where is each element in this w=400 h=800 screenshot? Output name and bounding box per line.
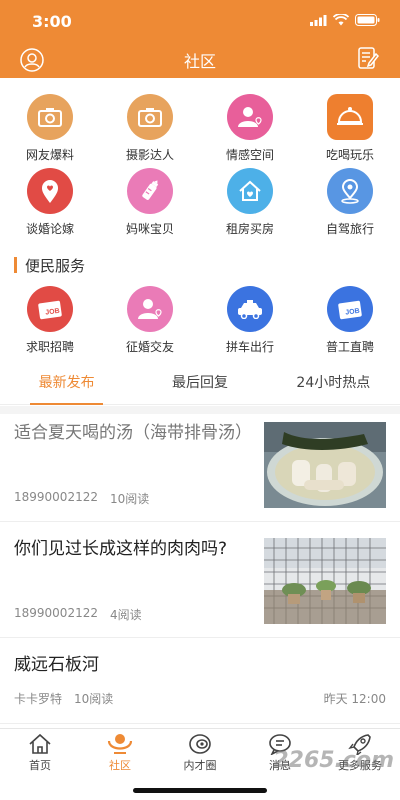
person-heart-icon: [127, 286, 173, 332]
tab-last-reply[interactable]: 最后回复: [133, 365, 266, 404]
community-icon: [107, 734, 133, 754]
category-label: 妈咪宝贝: [125, 222, 174, 236]
location-pin-icon: [327, 168, 373, 214]
category-label: 自驾旅行: [325, 222, 374, 236]
section-title-text: 便民服务: [25, 256, 86, 275]
service-label: 求职招聘: [25, 340, 74, 354]
job-card-icon: JOB: [27, 286, 73, 332]
tabbar-label: 内才圈: [183, 759, 217, 772]
services-row: JOB 求职招聘 征婚交友 拼车出行 JOB 普工直聘: [0, 286, 400, 355]
tabbar-label: 首页: [29, 759, 51, 772]
camera-icon: [27, 94, 73, 140]
tab-latest[interactable]: 最新发布: [0, 365, 133, 405]
category-label: 网友爆料: [25, 148, 74, 162]
service-item[interactable]: JOB 普工直聘: [300, 286, 400, 355]
page-title: 社区: [183, 52, 216, 71]
tabbar-label: 社区: [109, 759, 131, 772]
category-item[interactable]: 自驾旅行: [300, 168, 400, 237]
watermark: 2265.com: [273, 748, 394, 773]
food-cloche-icon: [327, 94, 373, 140]
category-row-1: 网友爆料 摄影达人 情感空间 吃喝玩乐: [0, 94, 400, 163]
post-meta: 卡卡罗特 10阅读: [14, 690, 113, 707]
category-label: 情感空间: [225, 148, 274, 162]
section-accent-bar: [14, 257, 17, 273]
tabbar-item-home[interactable]: 首页: [0, 729, 80, 800]
post-reads: 10阅读: [109, 492, 150, 506]
category-row-2: 谈婚论嫁 妈咪宝贝 租房买房 自驾旅行: [0, 168, 400, 237]
edit-note-icon[interactable]: [356, 46, 380, 70]
post-title[interactable]: 威远石板河: [14, 654, 314, 677]
post-item[interactable]: 威远石板河 卡卡罗特 10阅读 昨天 12:00: [0, 646, 400, 724]
service-item[interactable]: JOB 求职招聘: [0, 286, 100, 355]
soup-photo: [264, 422, 386, 508]
job-card-icon: JOB: [327, 286, 373, 332]
section-gap: [0, 406, 400, 414]
service-item[interactable]: 拼车出行: [200, 286, 300, 355]
status-icons: [310, 14, 380, 26]
post-author: 卡卡罗特: [14, 692, 63, 706]
service-label: 普工直聘: [325, 340, 374, 354]
person-heart-icon: [227, 94, 273, 140]
post-author: 18990002122: [14, 490, 98, 504]
home-icon: [29, 733, 51, 754]
category-item[interactable]: 情感空间: [200, 94, 300, 163]
battery-icon: [355, 14, 380, 26]
post-time: 昨天 12:00: [323, 692, 386, 706]
post-item[interactable]: 你们见过长成这样的肉肉吗? 18990002122 4阅读: [0, 530, 400, 638]
category-item[interactable]: 网友爆料: [0, 94, 100, 163]
post-item[interactable]: 适合夏天喝的汤（海带排骨汤） 18990002122 10阅读: [0, 414, 400, 522]
post-reads: 4阅读: [109, 608, 142, 622]
post-thumbnail[interactable]: [264, 422, 386, 508]
category-item[interactable]: 谈婚论嫁: [0, 168, 100, 237]
circle-eye-icon: [189, 734, 211, 754]
category-label: 摄影达人: [125, 148, 174, 162]
tab-24h-hot[interactable]: 24小时热点: [267, 365, 400, 404]
succulent-photo: [264, 538, 386, 624]
category-item[interactable]: 妈咪宝贝: [100, 168, 200, 237]
post-reads: 10阅读: [74, 692, 114, 706]
status-bar: 3:00: [0, 0, 400, 40]
category-label: 租房买房: [225, 222, 274, 236]
baby-bottle-icon: [127, 168, 173, 214]
status-time: 3:00: [32, 12, 72, 31]
post-meta: 18990002122 4阅读: [14, 606, 142, 623]
home-indicator: [133, 788, 267, 793]
house-icon: [227, 168, 273, 214]
signal-icon: [310, 14, 327, 26]
wifi-icon: [333, 14, 349, 26]
service-label: 征婚交友: [125, 340, 174, 354]
category-item[interactable]: 吃喝玩乐: [300, 94, 400, 163]
post-meta: 18990002122 10阅读: [14, 490, 149, 507]
category-label: 谈婚论嫁: [25, 222, 74, 236]
service-label: 拼车出行: [225, 340, 274, 354]
category-label: 吃喝玩乐: [325, 148, 374, 162]
post-title[interactable]: 你们见过长成这样的肉肉吗?: [14, 538, 244, 561]
feed-tabs: 最新发布 最后回复 24小时热点: [0, 365, 400, 405]
post-title[interactable]: 适合夏天喝的汤（海带排骨汤）: [14, 422, 252, 445]
category-item[interactable]: 租房买房: [200, 168, 300, 237]
post-author: 18990002122: [14, 606, 98, 620]
category-item[interactable]: 摄影达人: [100, 94, 200, 163]
taxi-icon: [227, 286, 273, 332]
service-item[interactable]: 征婚交友: [100, 286, 200, 355]
location-heart-icon: [27, 168, 73, 214]
section-title-services: 便民服务: [14, 256, 86, 275]
camera-icon: [127, 94, 173, 140]
post-thumbnail[interactable]: [264, 538, 386, 624]
app-header: 3:00 社区: [0, 0, 400, 78]
